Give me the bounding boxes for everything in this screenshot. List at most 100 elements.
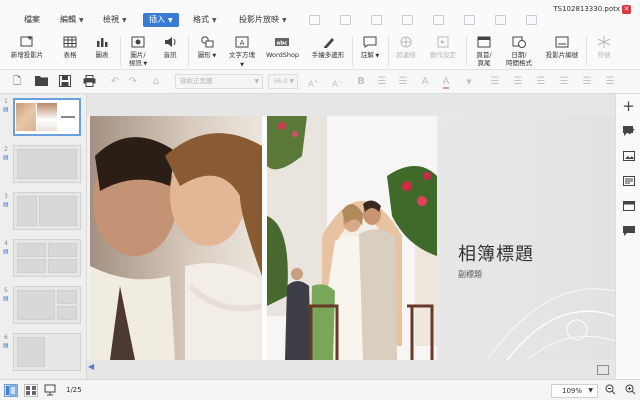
more-icon[interactable]: ☰ — [603, 75, 617, 89]
table-icon — [526, 15, 537, 25]
image-icon[interactable] — [622, 151, 635, 163]
chevron-down-icon: ▼ — [282, 17, 287, 24]
shadow-icon[interactable]: ☰ — [488, 75, 502, 89]
tab-edit[interactable]: 編輯 ▼ — [58, 13, 86, 27]
freeform-button[interactable]: 手繪多邊形 — [310, 36, 346, 59]
zoom-select[interactable]: 109% ▼ — [551, 384, 598, 398]
wordshop-button[interactable]: abc WordShop — [266, 36, 299, 59]
picture-video-button[interactable]: 圖片/視訊 ▼ — [126, 36, 150, 68]
save-icon[interactable] — [58, 75, 72, 89]
decrease-font-icon[interactable]: A− — [330, 75, 344, 90]
thumb-placeholder — [17, 196, 37, 226]
slide-thumbnail-3[interactable] — [13, 192, 81, 230]
table-icon — [495, 15, 506, 25]
picture-icon — [131, 36, 145, 48]
thumb-placeholder — [48, 259, 77, 273]
notes-icon[interactable] — [597, 365, 609, 375]
slide-title[interactable]: 相簿標題 — [458, 240, 534, 266]
datetime-button[interactable]: 日期/時間格式 — [504, 36, 534, 67]
tab-slideshow[interactable]: 投影片放映 ▼ — [237, 13, 289, 27]
slide-thumbnail-5[interactable] — [13, 286, 81, 324]
tab-insert[interactable]: 插入 ▼ — [143, 13, 179, 27]
slide-number-button[interactable]: 投影片編號 — [543, 36, 581, 59]
font-color-icon[interactable]: A — [439, 75, 453, 89]
underline-icon[interactable]: ☰ — [396, 75, 410, 89]
shapes-icon — [201, 36, 214, 48]
bold-icon[interactable]: B — [354, 75, 368, 89]
audio-icon — [165, 37, 176, 47]
audio-button[interactable]: 音訊 — [158, 36, 182, 59]
redo-icon[interactable]: ↷ — [126, 75, 140, 89]
symbol-button[interactable]: 符號 — [592, 36, 616, 59]
thumb-placeholder — [57, 306, 77, 320]
wedding-courtyard-photo[interactable] — [267, 116, 437, 360]
header-footer-button[interactable]: 頁首/頁尾 — [472, 36, 496, 67]
couple-portrait-photo[interactable] — [90, 116, 262, 360]
tab-file[interactable]: 檔案 — [22, 13, 42, 27]
table-button[interactable]: 表格 — [58, 36, 82, 59]
thumb-title — [61, 116, 75, 118]
table-icon — [433, 15, 444, 25]
new-file-icon[interactable]: 🗋 — [10, 75, 24, 89]
header-footer-icon — [477, 36, 491, 48]
table-icon — [371, 15, 382, 25]
strikethrough-icon[interactable]: A — [418, 75, 432, 89]
svg-text:A: A — [240, 39, 245, 47]
chevron-down-icon[interactable]: ▼ — [462, 75, 476, 89]
align-center-icon[interactable]: ☰ — [534, 75, 548, 89]
datetime-icon — [512, 36, 526, 48]
comment-tool-icon[interactable] — [622, 226, 635, 238]
format-painter-icon[interactable]: ⌂ — [149, 75, 163, 89]
zoom-in-icon[interactable] — [624, 384, 636, 396]
shapes-button[interactable]: 圖形 ▼ — [195, 36, 219, 60]
edit-shape-icon[interactable] — [622, 126, 635, 138]
zoom-out-icon[interactable] — [604, 384, 616, 396]
italic-icon[interactable]: ☰ — [375, 75, 389, 89]
slide-sorter-icon[interactable] — [24, 384, 38, 397]
justify-icon[interactable]: ☰ — [580, 75, 594, 89]
slide-thumbnail-1[interactable] — [13, 98, 81, 136]
thumb-photo — [37, 103, 57, 131]
hyperlink-button[interactable]: 超連結 — [394, 36, 418, 59]
slideshow-icon[interactable] — [44, 384, 58, 397]
textbox-button[interactable]: A 文字方塊 ▼ — [227, 36, 257, 69]
note-icon: ▤ — [3, 201, 9, 208]
increase-font-icon[interactable]: A+ — [306, 75, 320, 90]
chart-button[interactable]: 圖表 — [90, 36, 114, 59]
ribbon-divider — [586, 36, 587, 66]
ribbon-divider — [120, 36, 121, 66]
chevron-down-icon: ▼ — [122, 17, 127, 24]
note-icon: ▤ — [3, 295, 9, 302]
undo-icon[interactable]: ↶ — [108, 75, 122, 89]
wordart-icon: abc — [275, 38, 289, 47]
new-slide-button[interactable]: 新增投影片 — [8, 36, 46, 59]
table-icon — [464, 15, 475, 25]
slide-content[interactable] — [90, 116, 437, 360]
normal-view-icon[interactable] — [4, 384, 18, 397]
slide-subtitle[interactable]: 副標題 — [458, 269, 482, 280]
action-settings-button[interactable]: 動作設定 — [428, 36, 458, 59]
table-tool-icon[interactable] — [622, 201, 635, 213]
add-icon[interactable]: + — [622, 99, 635, 114]
table-icon — [63, 36, 77, 48]
comment-button[interactable]: 註解 ▼ — [358, 36, 382, 60]
tab-format[interactable]: 格式 ▼ — [191, 13, 219, 27]
align-right-icon[interactable]: ☰ — [557, 75, 571, 89]
note-icon: ▤ — [3, 106, 9, 113]
font-size-select[interactable]: 36.0 ▼ — [268, 74, 298, 89]
slide-editor-canvas[interactable]: 相簿標題 副標題 ◀ — [87, 94, 615, 379]
textbox-tool-icon[interactable] — [622, 176, 635, 188]
print-icon[interactable] — [82, 75, 96, 89]
thumb-placeholder — [17, 149, 77, 179]
font-name-select[interactable]: 微軟正黑體 ▼ — [175, 74, 263, 89]
close-icon[interactable]: ✕ — [622, 5, 631, 14]
align-left-icon[interactable]: ☰ — [511, 75, 525, 89]
slide-thumbnail-4[interactable] — [13, 239, 81, 277]
slide-number: 3 — [4, 193, 8, 200]
note-icon: ▤ — [3, 154, 9, 161]
slide-thumbnail-2[interactable] — [13, 145, 81, 183]
slide-thumbnail-6[interactable] — [13, 333, 81, 371]
tab-view[interactable]: 檢視 ▼ — [101, 13, 129, 27]
open-folder-icon[interactable] — [34, 75, 48, 89]
chevron-left-icon[interactable]: ◀ — [88, 362, 94, 371]
